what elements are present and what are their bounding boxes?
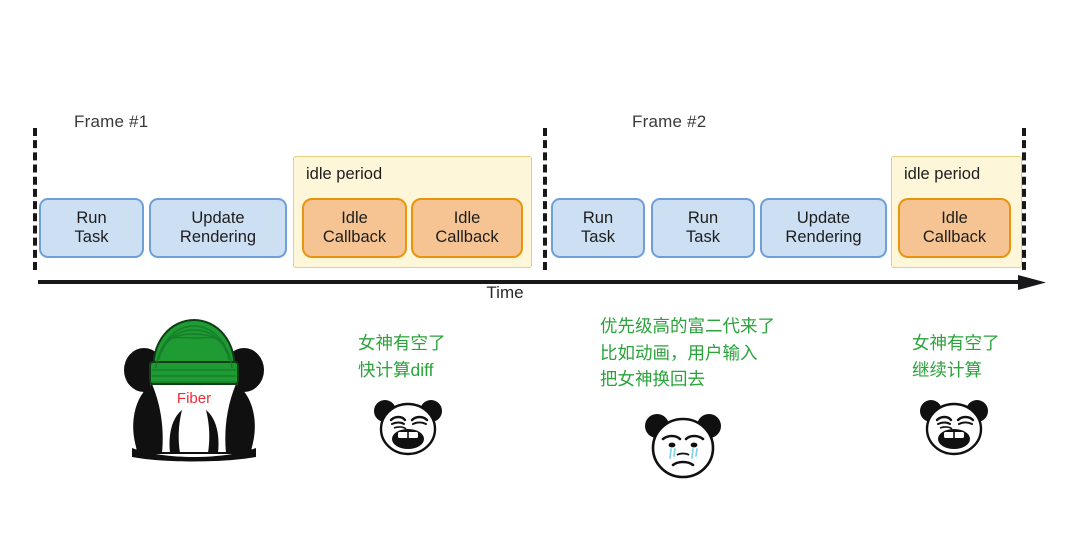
task-box-run-task[interactable]: Run Task	[651, 198, 755, 258]
task-line-2: Task	[581, 228, 615, 246]
frame-divider-middle	[543, 128, 547, 270]
task-line-1: Idle	[453, 208, 481, 227]
task-line-1: Update	[796, 208, 851, 227]
task-box-run-task[interactable]: Run Task	[39, 198, 144, 258]
note-idle-diff: 女神有空了 快计算diff	[358, 330, 446, 383]
frame-2-label: Frame #2	[632, 112, 707, 131]
note-resume-compute: 女神有空了 继续计算	[912, 330, 1000, 383]
task-box-update-rendering[interactable]: Update Rendering	[149, 198, 287, 258]
panda-head-crying	[643, 412, 723, 480]
diagram-canvas: Frame #1 Frame #2 idle period Run Task U…	[0, 0, 1080, 539]
panda-head-laughing-1	[372, 398, 444, 456]
idle-period-label: idle period	[306, 165, 383, 183]
frame-divider-start	[33, 128, 37, 270]
panda-body-icon	[124, 318, 264, 462]
frame-1-label: Frame #1	[74, 112, 149, 131]
task-line-1: Run	[76, 208, 107, 227]
task-line-1: Idle	[941, 208, 968, 227]
frame-divider-end	[1022, 128, 1026, 270]
task-line-2: Rendering	[785, 228, 862, 246]
task-line-2: Task	[74, 228, 109, 246]
task-line-1: Run	[582, 208, 614, 227]
task-box-idle-callback[interactable]: Idle Callback	[898, 198, 1011, 258]
panda-fiber-figure: Fiber	[118, 318, 270, 463]
task-box-run-task[interactable]: Run Task	[551, 198, 645, 258]
time-axis-label: Time	[486, 283, 524, 302]
note-line: 继续计算	[912, 359, 982, 380]
task-line-2: Callback	[435, 228, 499, 246]
note-line: 优先级高的富二代来了	[600, 316, 775, 336]
task-line-2: Task	[686, 228, 720, 246]
note-line: 把女神换回去	[600, 369, 705, 390]
task-line-1: Idle	[341, 208, 368, 227]
task-box-idle-callback[interactable]: Idle Callback	[411, 198, 523, 258]
note-line: 快计算diff	[358, 359, 434, 380]
note-high-priority: 优先级高的富二代来了 比如动画，用户输入 把女神换回去	[600, 313, 775, 393]
task-line-1: Run	[687, 208, 719, 227]
task-line-1: Update	[191, 208, 245, 227]
note-line: 女神有空了	[912, 333, 1000, 353]
note-line: 女神有空了	[358, 333, 446, 353]
panda-head-laughing-2	[918, 398, 990, 456]
task-box-idle-callback[interactable]: Idle Callback	[302, 198, 407, 258]
task-line-2: Callback	[922, 228, 987, 246]
idle-period-label: idle period	[904, 165, 981, 183]
task-box-update-rendering[interactable]: Update Rendering	[760, 198, 887, 258]
note-line: 比如动画，用户输入	[600, 342, 758, 363]
task-line-2: Rendering	[179, 228, 257, 246]
task-line-2: Callback	[322, 228, 387, 246]
